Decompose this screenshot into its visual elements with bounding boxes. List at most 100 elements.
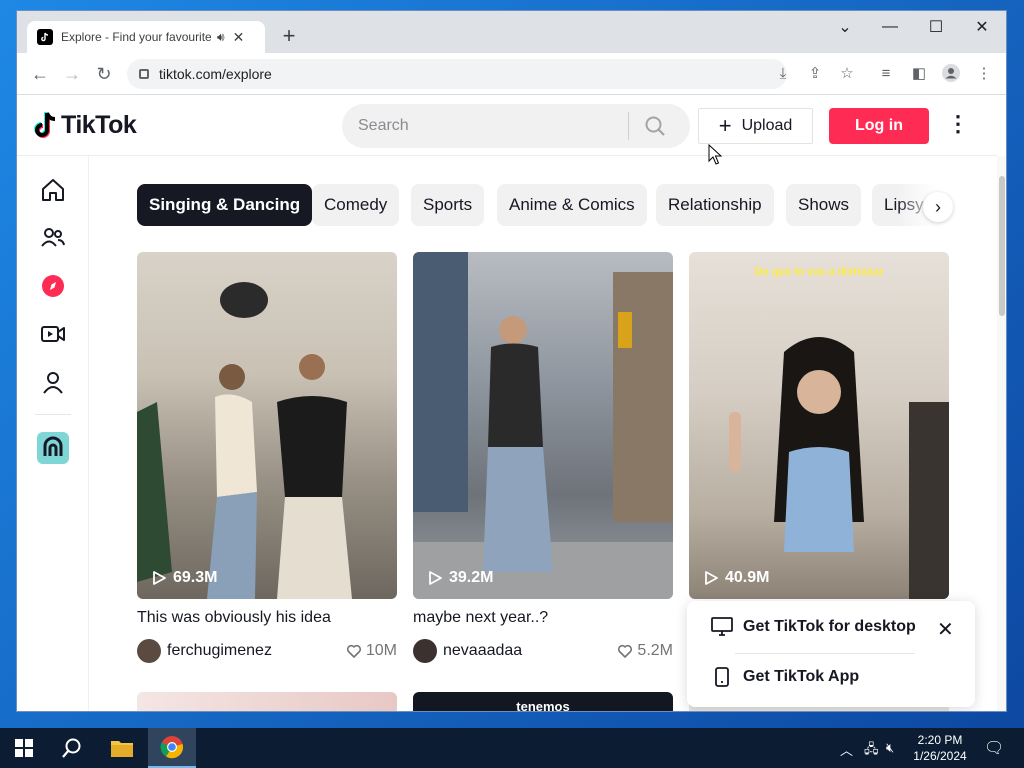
category-chip[interactable]: Singing & Dancing [137, 184, 313, 226]
video-overlay-text: De que te vas a disfrazar [754, 266, 884, 278]
category-chips: Singing & Dancing Comedy Sports Anime & … [137, 184, 952, 226]
chevron-right-icon[interactable]: › [923, 192, 953, 222]
start-windows-icon[interactable] [0, 728, 48, 768]
upload-label: Upload [741, 117, 793, 134]
video-card[interactable]: 69.3M This was obviously his idea ferchu… [137, 252, 397, 663]
like-count: 10M [346, 642, 397, 660]
side-panel-icon[interactable]: ◧ [909, 64, 929, 84]
creator-icon[interactable] [37, 432, 69, 464]
tiktok-favicon-icon [37, 29, 53, 45]
author-name[interactable]: ferchugimenez [167, 642, 346, 660]
thumbnail-illustration [729, 337, 949, 599]
tiktok-note-icon [34, 112, 56, 138]
new-tab-button[interactable]: + [275, 23, 303, 51]
share-icon[interactable]: ⇪ [805, 64, 825, 84]
address-bar[interactable]: tiktok.com/explore [127, 59, 787, 89]
video-thumbnail[interactable] [137, 692, 397, 711]
url-text[interactable]: tiktok.com/explore [159, 66, 272, 82]
thumbnail-illustration [413, 252, 673, 599]
tab-search-chevron-icon[interactable]: ⌄ [822, 11, 868, 43]
tiktok-page: TikTok + Upload Log in ⋮ [17, 96, 1006, 711]
back-arrow-icon[interactable]: ← [28, 62, 52, 86]
play-icon [705, 571, 718, 585]
lock-icon[interactable] [139, 69, 149, 79]
plus-icon: + [718, 113, 732, 138]
category-chip[interactable]: Anime & Comics [497, 184, 647, 226]
video-thumbnail[interactable]: tenemos [413, 692, 673, 711]
chrome-icon[interactable] [148, 728, 196, 768]
heart-icon [618, 644, 633, 658]
avatar[interactable] [137, 639, 161, 663]
following-icon[interactable] [39, 224, 67, 252]
video-card[interactable]: De que te vas a disfrazar 40.9M [689, 252, 949, 599]
login-button[interactable]: Log in [829, 108, 929, 144]
category-chip[interactable]: Comedy [312, 184, 400, 226]
notification-icon[interactable]: 🗨︎ [984, 738, 1004, 758]
play-icon [153, 571, 166, 585]
network-icon[interactable]: 🖧︎ [864, 740, 879, 762]
video-thumbnail[interactable]: De que te vas a disfrazar 40.9M [689, 252, 949, 599]
view-count-text: 69.3M [173, 569, 218, 586]
minimize-button[interactable]: — [867, 11, 913, 43]
upload-button[interactable]: + Upload [698, 108, 813, 144]
clock-time: 2:20 PM [917, 733, 963, 747]
close-window-button[interactable]: ✕ [959, 11, 1005, 43]
category-chip[interactable]: Sports [411, 184, 485, 226]
profile-icon[interactable] [39, 368, 67, 396]
file-explorer-icon[interactable] [98, 728, 146, 768]
video-caption[interactable]: This was obviously his idea [137, 609, 397, 629]
browser-window: Explore - Find your favourite 🔊︎ ✕ + ⌄ —… [17, 11, 1006, 711]
thumbnail-illustration [137, 282, 352, 599]
page-scrollbar[interactable] [997, 156, 1006, 711]
windows-taskbar: ︿ 🖧︎ 🔇︎ 2:20 PM 1/26/2024 🗨︎ [0, 728, 1024, 768]
phone-icon [715, 667, 729, 687]
video-thumbnail[interactable]: 69.3M [137, 252, 397, 599]
browser-tab[interactable]: Explore - Find your favourite 🔊︎ ✕ [27, 21, 265, 53]
search-button[interactable] [629, 104, 681, 148]
browser-menu-icon[interactable]: ⋮ [974, 64, 994, 84]
left-sidebar [17, 156, 89, 711]
bookmark-star-icon[interactable]: ☆ [837, 64, 857, 84]
like-count-text: 10M [365, 642, 397, 659]
category-chip[interactable]: Relationship [656, 184, 774, 226]
live-icon[interactable] [39, 320, 67, 348]
sidebar-separator [35, 414, 71, 415]
tray-chevron-up-icon[interactable]: ︿ [840, 740, 853, 759]
video-meta: ferchugimenez 10M [137, 639, 397, 663]
heart-icon [346, 644, 361, 658]
home-icon[interactable] [39, 176, 67, 204]
video-caption[interactable]: maybe next year..? [413, 609, 673, 629]
tiktok-logo[interactable]: TikTok [33, 110, 137, 140]
video-thumbnail[interactable]: 39.2M [413, 252, 673, 599]
view-count: 39.2M [427, 569, 493, 587]
close-icon[interactable]: ✕ [937, 617, 954, 642]
avatar[interactable] [413, 639, 437, 663]
volume-muted-icon[interactable]: 🔇︎ [886, 740, 894, 756]
reload-icon[interactable]: ↻ [92, 62, 116, 86]
get-desktop-label: Get TikTok for desktop [743, 618, 916, 635]
taskbar-search-icon[interactable] [48, 728, 96, 768]
browser-toolbar: ← → ↻ tiktok.com/explore ⤓ ⇪ ☆ ≡ ◧ ⋮ [17, 53, 1006, 95]
scroll-thumb[interactable] [999, 176, 1005, 316]
tab-strip: Explore - Find your favourite 🔊︎ ✕ + ⌄ —… [17, 11, 1006, 53]
system-clock[interactable]: 2:20 PM 1/26/2024 [910, 732, 970, 764]
get-desktop-link[interactable]: Get TikTok for desktop [711, 617, 916, 637]
more-options-icon[interactable]: ⋮ [947, 113, 969, 138]
forward-arrow-icon[interactable]: → [60, 62, 84, 86]
clock-date: 1/26/2024 [913, 749, 967, 763]
get-app-link[interactable]: Get TikTok App [711, 667, 859, 687]
search-input[interactable] [358, 117, 628, 135]
popup-divider [735, 653, 915, 654]
audio-playing-icon[interactable]: 🔊︎ [217, 30, 225, 45]
media-queue-icon[interactable]: ≡ [876, 64, 896, 84]
profile-avatar-icon[interactable] [941, 64, 961, 84]
category-chip[interactable]: Shows [786, 184, 862, 226]
mouse-cursor-icon [708, 144, 722, 165]
view-count-text: 39.2M [449, 569, 494, 586]
explore-icon[interactable] [39, 272, 67, 300]
author-name[interactable]: nevaaadaa [443, 642, 617, 660]
install-app-icon[interactable]: ⤓ [773, 64, 793, 84]
tab-close-icon[interactable]: ✕ [233, 29, 245, 46]
maximize-button[interactable]: ☐ [913, 11, 959, 43]
video-card[interactable]: 39.2M maybe next year..? nevaaadaa 5.2M [413, 252, 673, 663]
